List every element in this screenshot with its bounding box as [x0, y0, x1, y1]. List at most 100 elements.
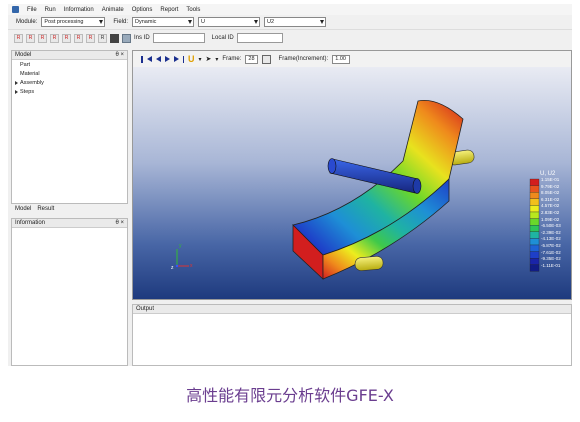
- axis-z-label: z: [171, 265, 174, 271]
- output-panel-header: Output: [133, 305, 571, 314]
- info-panel-header: Information θ ×: [12, 219, 127, 228]
- panel-controls[interactable]: θ ×: [115, 52, 124, 58]
- caption: 高性能有限元分析软件GFE-X: [186, 386, 394, 405]
- field-select-value: Dynamic: [135, 19, 157, 25]
- legend-value: -1.11E-01: [541, 262, 561, 268]
- information-panel: Information θ ×: [11, 218, 128, 366]
- tree-item-material[interactable]: Material: [12, 69, 127, 78]
- menu-report[interactable]: Report: [160, 7, 178, 13]
- axis-y-label: y: [179, 243, 182, 249]
- legend-swatch: [529, 225, 540, 232]
- legend-value: -4.13E-02: [541, 236, 561, 242]
- chevron-down-icon: [320, 20, 325, 24]
- info-panel-title: Information: [15, 220, 46, 226]
- tree-item-label: Steps: [20, 88, 35, 95]
- app-icon: [12, 6, 19, 13]
- menu-file[interactable]: File: [27, 7, 37, 13]
- menu-tools[interactable]: Tools: [186, 7, 200, 13]
- module-select-value: Post processing: [44, 19, 84, 25]
- legend-value: -7.61E-02: [541, 249, 561, 255]
- rp-tool-icon[interactable]: R: [38, 33, 47, 43]
- local-id-input[interactable]: [236, 33, 283, 43]
- color-legend: [529, 178, 540, 272]
- chevron-down-icon: [188, 20, 193, 24]
- rp-tool-icon[interactable]: R: [26, 33, 35, 43]
- 3d-viewport[interactable]: U ▾ ➤ ▾ Frame: 28 Frame(Increment): 1.00: [132, 50, 572, 300]
- tree-item-label: Part: [20, 61, 31, 68]
- model-panel-header: Model θ ×: [12, 51, 127, 60]
- rp-tool-icon[interactable]: R: [74, 33, 83, 43]
- legend-swatch: [529, 198, 540, 206]
- tree-item-steps[interactable]: Steps: [12, 87, 127, 96]
- result-toolbar: R R R R R R R R Ins ID Local ID: [8, 31, 572, 45]
- mesh-display-icon[interactable]: [122, 33, 131, 43]
- menu-animate[interactable]: Animate: [102, 7, 124, 13]
- chevron-down-icon: [254, 20, 259, 24]
- tab-model[interactable]: Model: [15, 206, 31, 212]
- menu-options[interactable]: Options: [132, 7, 153, 13]
- tree-item-label: Assembly: [20, 79, 44, 86]
- legend-value: -9.35E-02: [541, 256, 561, 262]
- legend-swatch: [529, 231, 540, 239]
- legend-swatch: [529, 211, 540, 219]
- tree-item-label: Material: [20, 70, 40, 77]
- chevron-down-icon: [99, 20, 104, 24]
- legend-value: 8.05E-02: [541, 190, 560, 196]
- left-tabs: Model Result: [11, 204, 128, 214]
- legend-value: 9.79E-02: [541, 183, 560, 189]
- legend-value: -5.87E-02: [541, 243, 561, 248]
- rp-tool-icon[interactable]: R: [62, 33, 71, 43]
- menu-information[interactable]: Information: [64, 7, 94, 13]
- model-panel-title: Model: [15, 52, 32, 58]
- field-select[interactable]: Dynamic: [132, 17, 195, 27]
- tab-result[interactable]: Result: [37, 206, 54, 212]
- output-panel: Output: [132, 304, 572, 366]
- component-select[interactable]: U2: [264, 17, 327, 27]
- legend-value: 1.09E-02: [541, 216, 560, 222]
- field-label: Field:: [113, 19, 129, 25]
- legend-value: 4.57E-02: [541, 203, 560, 209]
- legend-value: 2.83E-02: [541, 210, 560, 215]
- component-select-value: U2: [267, 19, 275, 25]
- expand-icon[interactable]: [15, 89, 18, 94]
- local-id-label: Local ID: [211, 35, 234, 41]
- tree-item-part[interactable]: Part: [12, 60, 127, 69]
- legend-swatch: [529, 185, 540, 193]
- rp-tool-icon[interactable]: R: [14, 33, 23, 43]
- legend-value: 1.15E-01: [541, 177, 560, 182]
- menubar: File Run Information Animate Options Rep…: [8, 4, 572, 15]
- legend-swatch: [529, 218, 540, 226]
- module-select[interactable]: Post processing: [41, 17, 106, 27]
- panel-controls[interactable]: θ ×: [115, 220, 124, 226]
- module-label: Module:: [16, 19, 38, 25]
- legend-value: 6.31E-02: [541, 196, 560, 202]
- expand-icon[interactable]: [15, 80, 18, 85]
- ins-id-label: Ins ID: [134, 35, 150, 41]
- module-toolbar: Module: Post processing Field: Dynamic U…: [8, 15, 572, 30]
- legend-value: -6.50E-03: [541, 223, 561, 229]
- legend-value: -2.39E-02: [541, 229, 561, 235]
- legend-swatch: [529, 178, 540, 186]
- mesh-icon[interactable]: [110, 33, 119, 43]
- rp-tool-icon[interactable]: R: [50, 33, 59, 43]
- model-tree-panel: Model θ × Part Material Assembly Steps: [11, 50, 128, 204]
- legend-swatch: [529, 258, 540, 265]
- menu-run[interactable]: Run: [45, 7, 56, 13]
- legend-swatch: [529, 205, 540, 213]
- left-support-pin: [354, 256, 384, 271]
- rp-tool-icon[interactable]: R: [86, 33, 95, 43]
- output-panel-title: Output: [136, 306, 155, 312]
- axis-x-label: x: [190, 263, 193, 269]
- legend-swatch: [529, 238, 540, 246]
- tree-item-assembly[interactable]: Assembly: [12, 78, 127, 87]
- model-render: [175, 100, 540, 280]
- app-window: File Run Information Animate Options Rep…: [8, 4, 572, 366]
- legend-swatch: [529, 264, 540, 272]
- variable-select-value: U: [201, 19, 206, 25]
- rp-tool-icon[interactable]: R: [98, 33, 107, 43]
- legend-swatch: [529, 251, 540, 259]
- variable-select[interactable]: U: [198, 17, 261, 27]
- axis-triad: [175, 249, 189, 268]
- ins-id-input[interactable]: [152, 33, 205, 43]
- legend-swatch: [529, 244, 540, 252]
